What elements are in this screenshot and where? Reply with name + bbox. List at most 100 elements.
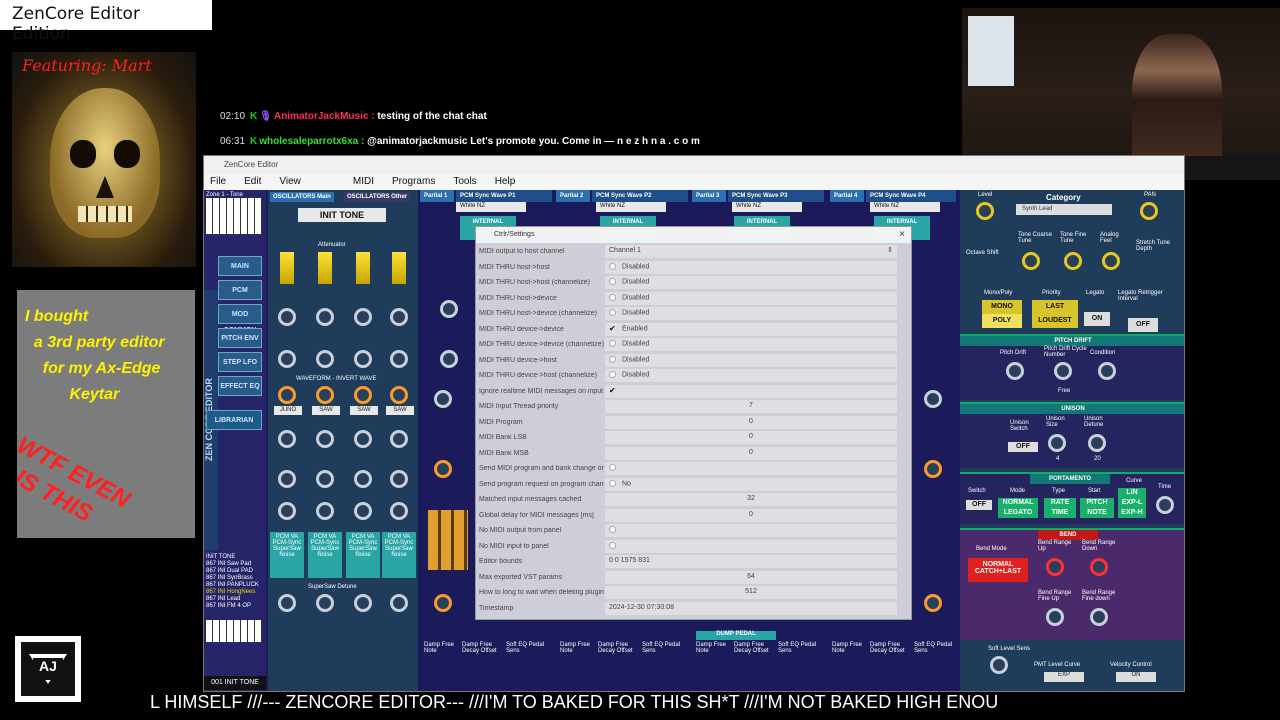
list-item[interactable]: 867 INI FM 4 OP xyxy=(206,603,262,610)
supersaw-knob[interactable] xyxy=(354,594,372,612)
mono-button[interactable]: MONO xyxy=(982,300,1022,314)
fine-tune-knob[interactable] xyxy=(278,350,296,368)
pitch-down-knob[interactable] xyxy=(924,390,942,408)
pan-knob[interactable] xyxy=(1140,202,1158,220)
unchecked-icon[interactable] xyxy=(609,541,616,549)
list-item[interactable]: 867 INI PANPLUCK xyxy=(206,582,262,589)
portamento-switch[interactable]: OFF xyxy=(966,500,992,510)
partial-tab[interactable]: Partial 3 xyxy=(692,190,726,202)
wave-button[interactable]: SAW xyxy=(350,406,378,415)
setting-field[interactable]: 2024-12-30 07:30:08 xyxy=(605,601,897,615)
tone-fine-knob[interactable] xyxy=(1064,252,1082,270)
setting-checkbox[interactable]: Disabled xyxy=(605,369,897,382)
fine-up-knob[interactable] xyxy=(1046,608,1064,626)
bend-mode-button[interactable]: NORMAL CATCH+LAST xyxy=(968,558,1028,582)
unchecked-icon[interactable] xyxy=(609,371,616,378)
unchecked-icon[interactable] xyxy=(609,340,616,347)
pad-strip[interactable] xyxy=(428,510,468,570)
list-item[interactable]: INIT TONE xyxy=(206,554,262,561)
setting-checkbox[interactable]: Disabled xyxy=(605,276,897,289)
waveform-knob[interactable] xyxy=(354,386,372,404)
wave-select[interactable]: White NZ xyxy=(456,202,526,212)
attenuator-fader[interactable] xyxy=(280,252,294,284)
waveform-knob[interactable] xyxy=(390,386,408,404)
attenuator-fader[interactable] xyxy=(318,252,332,284)
vel-control-select[interactable]: ON xyxy=(1116,672,1156,682)
pw-knob[interactable] xyxy=(354,430,372,448)
wave-button[interactable]: SAW xyxy=(312,406,340,415)
setting-select[interactable]: Channel 1 ⇕ xyxy=(605,245,897,258)
unison-detune-knob[interactable] xyxy=(1088,434,1106,452)
unchecked-icon[interactable] xyxy=(609,293,616,301)
setting-checkbox[interactable] xyxy=(605,539,897,553)
coarse-tune-knob[interactable] xyxy=(278,308,296,326)
setting-field[interactable]: 64 xyxy=(605,570,897,584)
tone-coarse-knob[interactable] xyxy=(1022,252,1040,270)
setting-checkbox[interactable]: No xyxy=(605,477,897,491)
poly-button[interactable]: POLY xyxy=(982,314,1022,328)
partial-tab[interactable]: Partial 4 xyxy=(830,190,864,202)
pwm-depth-knob[interactable] xyxy=(316,470,334,488)
pitch-drift-knob[interactable] xyxy=(1006,362,1024,380)
menu-help[interactable]: Help xyxy=(495,176,516,188)
pmt-curve-select[interactable]: EXP xyxy=(1044,672,1084,682)
supersaw-knob[interactable] xyxy=(390,594,408,612)
checkmark-icon[interactable]: ✔ xyxy=(609,386,616,394)
unchecked-icon[interactable] xyxy=(609,309,616,316)
menu-file[interactable]: File xyxy=(210,176,226,188)
category-select[interactable]: Synth Lead xyxy=(1016,204,1112,215)
soft-level-knob[interactable] xyxy=(990,656,1008,674)
cycle-number-knob[interactable] xyxy=(1054,362,1072,380)
wave-number-knob[interactable] xyxy=(440,350,458,368)
osc-type-selector[interactable]: PCM VA PCM-Sync SuperSaw Noise xyxy=(308,532,342,578)
partial-tab[interactable]: Partial 1 xyxy=(420,190,454,202)
portamento-type[interactable]: RATE TIME xyxy=(1044,498,1076,518)
fat-knob[interactable] xyxy=(278,502,296,520)
wave-button[interactable]: JUNO xyxy=(274,406,302,415)
last-button[interactable]: LAST xyxy=(1032,300,1078,314)
setting-field[interactable]: 0 xyxy=(605,415,897,429)
supersaw-knob[interactable] xyxy=(316,594,334,612)
wave-button[interactable]: SAW xyxy=(386,406,414,415)
fine-tune-knob[interactable] xyxy=(316,350,334,368)
list-item[interactable]: 867 INI Saw Pad xyxy=(206,561,262,568)
tab-osc-main[interactable]: OSCILLATORS Main xyxy=(270,192,334,202)
tab-osc-other[interactable]: OSCILLATORS Other xyxy=(344,192,411,202)
setting-field[interactable]: 7 xyxy=(605,400,897,413)
coarse-tune-knob[interactable] xyxy=(354,308,372,326)
fat-knob[interactable] xyxy=(390,502,408,520)
retrigger-toggle[interactable]: OFF xyxy=(1128,318,1158,332)
analog-feel-knob[interactable] xyxy=(1102,252,1120,270)
portamento-time-knob[interactable] xyxy=(1156,496,1174,514)
unchecked-icon[interactable] xyxy=(609,355,616,363)
vel-range-upper-knob[interactable] xyxy=(924,594,942,612)
attenuator-fader[interactable] xyxy=(392,252,406,284)
osc-type-selector[interactable]: PCM VA PCM-Sync SuperSaw Noise xyxy=(346,532,380,578)
close-icon[interactable]: × xyxy=(899,229,905,240)
bend-down-knob[interactable] xyxy=(1090,558,1108,576)
coarse-tune-knob[interactable] xyxy=(316,308,334,326)
setting-field[interactable]: 0 0 1575 831 xyxy=(605,555,897,568)
nav-pcm-range-common[interactable]: PCM RANGE COMMON xyxy=(218,280,262,334)
pwm-depth-knob[interactable] xyxy=(390,470,408,488)
setting-field[interactable]: 512 xyxy=(605,586,897,599)
unchecked-icon[interactable] xyxy=(609,278,616,285)
unchecked-icon[interactable] xyxy=(609,526,616,533)
unchecked-icon[interactable] xyxy=(609,479,616,487)
nav-main[interactable]: MAIN xyxy=(218,256,262,276)
wave-select[interactable]: White NZ xyxy=(732,202,802,212)
fat-knob[interactable] xyxy=(316,502,334,520)
setting-field[interactable]: 0 xyxy=(605,508,897,522)
fine-down-knob[interactable] xyxy=(1090,608,1108,626)
partial-tab[interactable]: Partial 2 xyxy=(556,190,590,202)
pw-knob[interactable] xyxy=(390,430,408,448)
unchecked-icon[interactable] xyxy=(609,262,616,270)
setting-field[interactable]: 0 xyxy=(605,431,897,444)
setting-checkbox[interactable]: Disabled xyxy=(605,338,897,351)
menu-tools[interactable]: Tools xyxy=(453,176,476,188)
portamento-mode[interactable]: NORMAL LEGATO xyxy=(998,498,1038,518)
chevron-down-icon[interactable]: ⇕ xyxy=(887,246,893,254)
menu-edit[interactable]: Edit xyxy=(244,176,261,188)
portamento-curve[interactable]: LIN EXP-L EXP-H xyxy=(1118,488,1146,518)
stereo-width-knob[interactable] xyxy=(434,390,452,408)
